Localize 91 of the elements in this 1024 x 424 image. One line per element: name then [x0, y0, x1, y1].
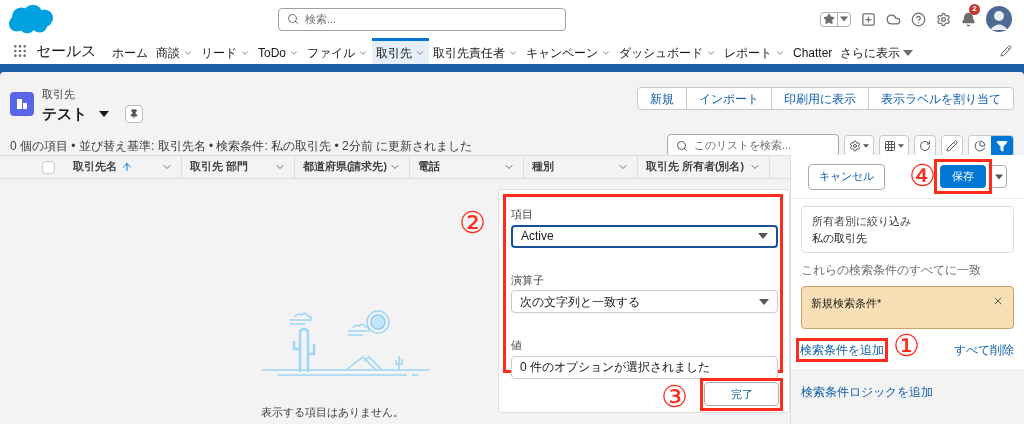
nav-tab[interactable]: さらに表示: [836, 38, 918, 64]
caret-icon: [758, 233, 768, 239]
column-header[interactable]: 種別: [524, 156, 638, 178]
table-icon: [884, 139, 896, 152]
nav-tab[interactable]: キャンペーン: [522, 38, 615, 64]
cancel-button[interactable]: キャンセル: [808, 163, 885, 190]
caret-icon: [863, 143, 869, 148]
column-header[interactable]: 取引先 部門: [182, 156, 295, 178]
edit-icon: [946, 139, 958, 152]
favorites-button[interactable]: [820, 11, 851, 27]
app-name: セールス: [36, 40, 96, 61]
cloud-icon[interactable]: [886, 11, 901, 27]
action-button[interactable]: インポート: [686, 88, 771, 109]
caret-icon: [99, 109, 109, 118]
refresh-button[interactable]: [914, 134, 936, 157]
list-search-field[interactable]: このリストを検索...: [667, 134, 839, 157]
field-label: 演算子: [511, 272, 545, 288]
action-button[interactable]: 印刷用に表示: [771, 88, 868, 109]
search-field[interactable]: 検索...: [278, 7, 566, 31]
add-logic-link[interactable]: 検索条件ロジックを追加: [801, 385, 933, 399]
add-icon[interactable]: [861, 11, 876, 27]
column-header[interactable]: 取引先名: [65, 156, 182, 178]
filter-icon: [996, 139, 1008, 152]
dropdown-field[interactable]: 次の文字列と一致する: [511, 290, 778, 313]
list-status: 0 個の項目 • 並び替え基準: 取引先名 • 検索条件: 私の取引先 • 2分前 に更新されました: [10, 137, 472, 155]
sort-arrow-icon: [121, 161, 133, 173]
object-label: 取引先: [42, 87, 76, 102]
search-placeholder: このリストを検索...: [694, 138, 792, 154]
cloud-logo: [8, 3, 54, 35]
empty-message: 表示する項目はありません。: [260, 404, 404, 420]
owner-filter-card[interactable]: 所有者別に絞り込み 私の取引先: [801, 206, 1014, 253]
bell-icon[interactable]: [961, 11, 976, 27]
select-all-checkbox[interactable]: [42, 160, 55, 174]
app-launcher-icon[interactable]: [12, 43, 28, 59]
filter-card[interactable]: 新規検索条件*: [801, 286, 1014, 329]
add-filter-link[interactable]: 検索条件を追加: [796, 338, 888, 362]
refresh-icon: [919, 139, 931, 152]
annotation-number: ④: [909, 161, 936, 191]
pin-icon: [129, 108, 139, 119]
nav-tab[interactable]: 取引先責任者: [429, 38, 522, 64]
star-icon: [823, 13, 835, 25]
caret-icon: [898, 143, 904, 148]
chart-icon: [974, 139, 986, 152]
nav-tab[interactable]: 取引先: [372, 38, 429, 64]
edit-icon[interactable]: [1000, 45, 1012, 57]
field-label: 値: [511, 338, 523, 353]
action-button[interactable]: 新規: [638, 88, 686, 109]
column-header[interactable]: 都道府県(請求先): [295, 156, 410, 178]
action-button[interactable]: 表示ラベルを割り当て: [868, 88, 1013, 109]
avatar[interactable]: [986, 6, 1012, 32]
nav-tab[interactable]: レポート: [720, 38, 789, 64]
notification-badge: 2: [969, 3, 980, 15]
done-button[interactable]: 完了: [704, 382, 779, 406]
chart-button[interactable]: [969, 135, 991, 156]
help-icon[interactable]: [911, 11, 926, 27]
column-header[interactable]: 電話: [410, 156, 524, 178]
settings-icon: [849, 139, 861, 152]
column-header[interactable]: 取引先 所有者(別名): [638, 156, 770, 178]
search-placeholder: 検索...: [305, 11, 337, 27]
remove-all-link[interactable]: すべて削除: [954, 341, 1014, 359]
settings-menu-button[interactable]: [844, 134, 874, 157]
display-menu-button[interactable]: [879, 134, 909, 157]
input-field[interactable]: 0 件のオプションが選択されました: [511, 355, 778, 379]
caret-icon: [759, 298, 769, 305]
match-text: これらの検索条件のすべてに一致: [801, 262, 982, 279]
nav-tab[interactable]: ファイル: [303, 38, 372, 64]
list-view-title: テスト: [42, 103, 87, 124]
nav-tab[interactable]: ホーム: [108, 38, 152, 64]
nav-tab[interactable]: ToDo: [254, 38, 303, 64]
settings-icon[interactable]: [936, 11, 951, 27]
nav-tab[interactable]: リード: [197, 38, 254, 64]
nav-tab[interactable]: 商談: [152, 38, 197, 64]
nav-tab[interactable]: Chatter: [789, 38, 837, 64]
search-icon: [676, 139, 688, 152]
field-label: 項目: [511, 207, 534, 222]
object-icon: [10, 92, 34, 116]
caret-icon: [994, 173, 1003, 180]
caret-icon: [840, 16, 848, 22]
search-icon: [287, 13, 299, 25]
close-icon[interactable]: [992, 295, 1004, 307]
annotation-number: ③: [661, 382, 688, 412]
dropdown-field[interactable]: Active: [511, 224, 778, 248]
nav-tab[interactable]: ダッシュボード: [615, 38, 720, 64]
edit-button[interactable]: [941, 134, 963, 157]
annotation-number: ②: [459, 208, 486, 238]
filter-button[interactable]: [991, 135, 1013, 156]
save-button[interactable]: 保存: [940, 165, 986, 188]
caret-icon: [903, 47, 914, 58]
annotation-number: ①: [893, 331, 920, 361]
annotation-box: [934, 159, 992, 194]
pin-button[interactable]: [125, 104, 143, 123]
